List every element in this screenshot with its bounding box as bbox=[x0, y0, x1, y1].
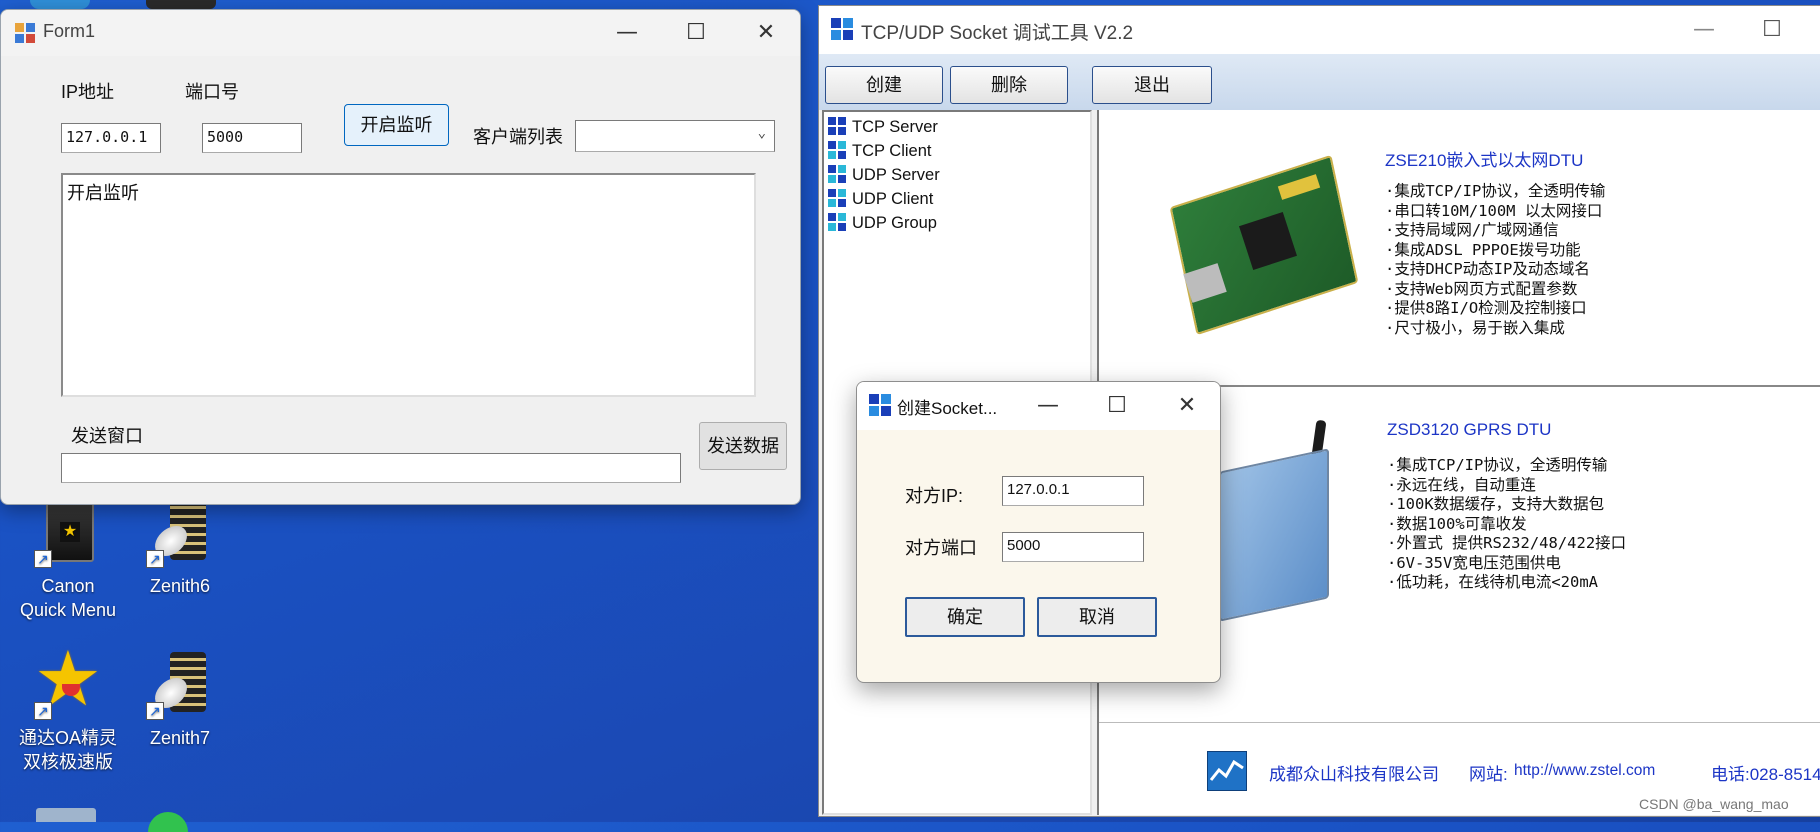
product-title: ZSD3120 GPRS DTU bbox=[1387, 420, 1552, 439]
remote-ip-input[interactable]: 127.0.0.1 bbox=[1002, 476, 1144, 506]
company-logo-icon bbox=[1207, 751, 1247, 791]
port-label: 端口号 bbox=[185, 82, 239, 102]
footer-phone: 电话:028-8514 bbox=[1711, 765, 1820, 784]
remote-port-label: 对方端口 bbox=[905, 538, 977, 558]
desktop-icon-oa[interactable]: ★ ↗ 通达OA精灵 双核极速版 bbox=[8, 637, 128, 774]
star-icon: ★ ↗ bbox=[33, 637, 103, 722]
form-app-icon bbox=[15, 23, 35, 43]
desktop-icon-partial[interactable] bbox=[36, 808, 96, 822]
desktop-icon-label: Zenith6 bbox=[149, 576, 211, 596]
tool-toolbar: 创建 删除 退出 bbox=[819, 54, 1820, 110]
zenith-icon: ↗ bbox=[144, 650, 216, 722]
send-input[interactable] bbox=[61, 453, 681, 483]
desktop-icon-label: 通达OA精灵 bbox=[18, 728, 117, 748]
tree-item-udp-client[interactable]: UDP Client bbox=[828, 188, 933, 210]
form1-window[interactable]: Form1 — ☐ ✕ IP地址 端口号 127.0.0.1 5000 开启监听… bbox=[0, 9, 801, 505]
zenith-icon: ↗ bbox=[144, 498, 216, 570]
client-list-select[interactable]: ⌄ bbox=[575, 120, 775, 152]
minimize-icon[interactable]: — bbox=[1013, 382, 1083, 430]
socket-app-icon bbox=[869, 394, 891, 416]
footer-site-label: 网站: bbox=[1469, 765, 1508, 784]
close-icon[interactable]: ✕ bbox=[731, 10, 800, 56]
csdn-watermark: CSDN @ba_wang_mao bbox=[1639, 796, 1789, 812]
tree-item-tcp-client[interactable]: TCP Client bbox=[828, 140, 931, 162]
desktop-icon-label: Zenith7 bbox=[149, 728, 211, 748]
product-features: ·集成TCP/IP协议，全透明传输 ·串口转10M/100M 以太网接口 ·支持… bbox=[1385, 182, 1606, 337]
tree-item-udp-group[interactable]: UDP Group bbox=[828, 212, 937, 234]
desktop-icon-partial[interactable] bbox=[146, 0, 216, 9]
ip-label: IP地址 bbox=[61, 82, 115, 102]
separator bbox=[1099, 722, 1820, 723]
create-button[interactable]: 创建 bbox=[825, 66, 943, 104]
delete-button[interactable]: 删除 bbox=[950, 66, 1068, 104]
desktop-icon-partial[interactable] bbox=[30, 0, 90, 9]
desktop-icon-label: 双核极速版 bbox=[23, 752, 113, 772]
log-textarea[interactable]: 开启监听 bbox=[61, 173, 756, 397]
minimize-icon[interactable]: — bbox=[592, 10, 662, 56]
send-data-button[interactable]: 发送数据 bbox=[699, 422, 787, 470]
dialog-title: 创建Socket... bbox=[897, 399, 998, 418]
product-title: ZSE210嵌入式以太网DTU bbox=[1385, 151, 1584, 170]
exit-button[interactable]: 退出 bbox=[1092, 66, 1212, 104]
close-icon[interactable]: ✕ bbox=[1152, 382, 1220, 430]
pcb-board-image bbox=[1169, 154, 1359, 340]
desktop-icon-partial[interactable] bbox=[148, 812, 188, 832]
dialog-titlebar[interactable]: 创建Socket... — ☐ ✕ bbox=[857, 382, 1220, 430]
maximize-icon[interactable]: ☐ bbox=[661, 10, 731, 56]
footer-site-url[interactable]: http://www.zstel.com bbox=[1514, 762, 1655, 780]
log-text: 开启监听 bbox=[67, 183, 139, 204]
ok-button[interactable]: 确定 bbox=[905, 597, 1025, 637]
window-title: TCP/UDP Socket 调试工具 V2.2 bbox=[861, 23, 1134, 44]
gprs-dtu-image bbox=[1219, 419, 1349, 622]
desktop-icon-label: Quick Menu bbox=[19, 600, 117, 620]
socket-node-icon bbox=[828, 117, 846, 135]
maximize-icon[interactable]: ☐ bbox=[1082, 382, 1152, 430]
canon-quick-menu-icon: ★ ↗ bbox=[32, 498, 104, 570]
remote-ip-label: 对方IP: bbox=[905, 486, 964, 506]
socket-node-icon bbox=[828, 141, 846, 159]
socket-node-icon bbox=[828, 213, 846, 231]
socket-node-icon bbox=[828, 165, 846, 183]
start-listen-button[interactable]: 开启监听 bbox=[344, 104, 449, 146]
remote-port-input[interactable]: 5000 bbox=[1002, 532, 1144, 562]
tool-titlebar[interactable]: TCP/UDP Socket 调试工具 V2.2 — ☐ bbox=[819, 6, 1820, 54]
tree-item-udp-server[interactable]: UDP Server bbox=[828, 164, 940, 186]
client-list-label: 客户端列表 bbox=[473, 127, 563, 147]
desktop-icon-zenith6[interactable]: ↗ Zenith6 bbox=[120, 498, 240, 598]
footer-company: 成都众山科技有限公司 bbox=[1269, 765, 1439, 784]
cancel-button[interactable]: 取消 bbox=[1037, 597, 1157, 637]
socket-node-icon bbox=[828, 189, 846, 207]
form1-titlebar[interactable]: Form1 — ☐ ✕ bbox=[1, 10, 800, 56]
product-features: ·集成TCP/IP协议，全透明传输 ·永远在线，自动重连 ·100K数据缓存，支… bbox=[1387, 456, 1627, 591]
window-title: Form1 bbox=[43, 21, 96, 41]
chevron-down-icon[interactable]: ⌄ bbox=[758, 125, 766, 141]
desktop-icon-label: Canon bbox=[41, 576, 95, 596]
desktop-icon-zenith7[interactable]: ↗ Zenith7 bbox=[120, 650, 240, 750]
maximize-icon[interactable]: ☐ bbox=[1737, 6, 1807, 54]
socket-app-icon bbox=[831, 18, 853, 40]
ip-input[interactable]: 127.0.0.1 bbox=[61, 123, 161, 153]
create-socket-dialog[interactable]: 创建Socket... — ☐ ✕ 对方IP: 127.0.0.1 对方端口 5… bbox=[856, 381, 1221, 683]
send-window-label: 发送窗口 bbox=[71, 426, 143, 446]
minimize-icon[interactable]: — bbox=[1669, 6, 1739, 54]
desktop-icon-canon[interactable]: ★ ↗ Canon Quick Menu bbox=[8, 498, 128, 622]
port-input[interactable]: 5000 bbox=[202, 123, 302, 153]
tree-item-tcp-server[interactable]: TCP Server bbox=[828, 116, 938, 138]
